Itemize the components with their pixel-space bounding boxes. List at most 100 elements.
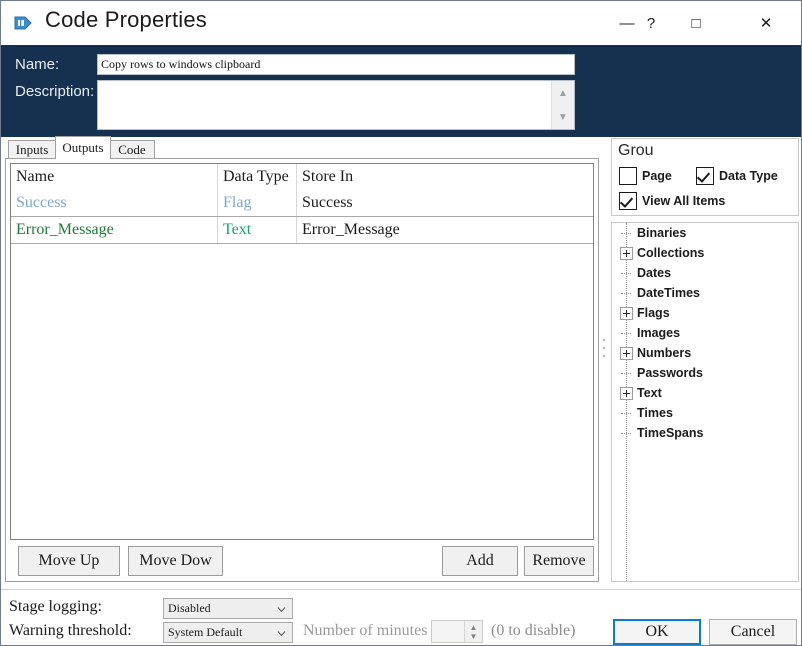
- tree-item-binaries[interactable]: Binaries: [612, 223, 798, 243]
- description-scroll-spinner[interactable]: ▲ ▼: [551, 81, 574, 129]
- tree-item-numbers[interactable]: Numbers: [612, 343, 798, 363]
- name-input[interactable]: [97, 54, 575, 75]
- tree-expand-icon[interactable]: [620, 387, 633, 400]
- window-title: Code Properties: [45, 7, 207, 33]
- panel-splitter[interactable]: [601, 158, 607, 582]
- stepper-down-icon[interactable]: ▼: [470, 632, 478, 641]
- chevron-down-icon: [277, 627, 286, 636]
- cancel-button[interactable]: Cancel: [709, 619, 797, 645]
- tree-expand-icon[interactable]: [620, 247, 633, 260]
- tab-inputs[interactable]: Inputs: [8, 140, 56, 159]
- grid-header-row: Name Data Type Store In: [11, 164, 593, 190]
- number-of-minutes-value[interactable]: [432, 621, 464, 642]
- description-input[interactable]: [98, 81, 551, 129]
- tree-item-images[interactable]: Images: [612, 323, 798, 343]
- tree-item-label: Text: [637, 386, 662, 400]
- cell-store-in[interactable]: Success: [297, 190, 593, 216]
- column-header-data-type[interactable]: Data Type: [218, 164, 297, 190]
- tree-item-dates[interactable]: Dates: [612, 263, 798, 283]
- data-type-tree[interactable]: Binaries Collections Dates DateTimes Fla…: [611, 222, 799, 582]
- checkbox-page[interactable]: Page: [619, 167, 672, 185]
- tree-leaf-icon: [620, 227, 633, 240]
- tree-item-label: Flags: [637, 306, 670, 320]
- tree-item-timespans[interactable]: TimeSpans: [612, 423, 798, 443]
- tree-item-label: DateTimes: [637, 286, 700, 300]
- table-row[interactable]: Error_Message Text Error_Message: [11, 217, 593, 244]
- move-up-button[interactable]: Move Up: [18, 546, 120, 576]
- tree-leaf-icon: [620, 367, 633, 380]
- outputs-panel: Name Data Type Store In Success Flag Suc…: [5, 158, 599, 582]
- stepper-up-icon[interactable]: ▲: [470, 623, 478, 632]
- checkbox-data-type[interactable]: Data Type: [696, 167, 778, 185]
- add-button[interactable]: Add: [442, 546, 518, 576]
- tree-item-label: Passwords: [637, 366, 703, 380]
- tree-leaf-icon: [620, 267, 633, 280]
- warning-threshold-value: System Default: [168, 625, 242, 640]
- checkbox-view-all-items-box[interactable]: [619, 192, 637, 210]
- chevron-down-icon: [277, 603, 286, 612]
- footer-bar: Stage logging: Warning threshold: Disabl…: [1, 589, 802, 646]
- tab-outputs[interactable]: Outputs: [55, 136, 111, 159]
- stage-code-icon: [13, 12, 35, 34]
- tree-item-flags[interactable]: Flags: [612, 303, 798, 323]
- close-button[interactable]: ✕: [743, 1, 789, 45]
- checkbox-page-box[interactable]: [619, 167, 637, 185]
- tree-item-passwords[interactable]: Passwords: [612, 363, 798, 383]
- tree-item-label: Dates: [637, 266, 671, 280]
- ok-button[interactable]: OK: [613, 619, 701, 645]
- outputs-grid[interactable]: Name Data Type Store In Success Flag Suc…: [10, 163, 594, 540]
- table-row[interactable]: Success Flag Success: [11, 190, 593, 217]
- maximize-button[interactable]: □: [673, 1, 719, 45]
- column-header-store-in[interactable]: Store In: [297, 164, 593, 190]
- tree-item-label: Numbers: [637, 346, 691, 360]
- remove-button[interactable]: Remove: [524, 546, 594, 576]
- code-properties-dialog: Code Properties — ? □ ✕ Name: Descriptio…: [0, 0, 802, 646]
- tree-item-label: Images: [637, 326, 680, 340]
- cell-store-in[interactable]: Error_Message: [297, 217, 593, 243]
- tree-item-label: Times: [637, 406, 673, 420]
- stage-logging-label: Stage logging:: [9, 598, 102, 616]
- cell-data-type[interactable]: Text: [218, 217, 297, 243]
- tree-item-label: Collections: [637, 246, 704, 260]
- checkbox-view-all-items[interactable]: View All Items: [619, 192, 725, 210]
- group-by-box: Grou Page Data Type View All Items: [611, 138, 799, 216]
- tree-expand-icon[interactable]: [620, 347, 633, 360]
- name-label: Name:: [15, 56, 59, 73]
- number-of-minutes-stepper[interactable]: ▲ ▼: [431, 620, 483, 643]
- tree-item-label: TimeSpans: [637, 426, 703, 440]
- tree-leaf-icon: [620, 407, 633, 420]
- move-down-button[interactable]: Move Dow: [128, 546, 223, 576]
- warning-threshold-select[interactable]: System Default: [163, 622, 293, 643]
- group-by-title: Grou: [618, 142, 678, 160]
- scroll-down-icon[interactable]: ▼: [552, 105, 574, 129]
- tree-leaf-icon: [620, 427, 633, 440]
- cell-name[interactable]: Error_Message: [11, 217, 218, 243]
- tab-code[interactable]: Code: [109, 140, 155, 159]
- checkbox-view-all-items-label: View All Items: [642, 194, 725, 208]
- warning-threshold-label: Warning threshold:: [9, 622, 132, 640]
- tab-strip: Inputs Outputs Code: [5, 137, 599, 159]
- disable-hint-label: (0 to disable): [491, 622, 575, 640]
- tree-item-text[interactable]: Text: [612, 383, 798, 403]
- tree-item-collections[interactable]: Collections: [612, 243, 798, 263]
- tree-item-datetimes[interactable]: DateTimes: [612, 283, 798, 303]
- tree-leaf-icon: [620, 327, 633, 340]
- checkbox-data-type-box[interactable]: [696, 167, 714, 185]
- scroll-up-icon[interactable]: ▲: [552, 81, 574, 105]
- description-box: ▲ ▼: [97, 80, 575, 130]
- tree-item-label: Binaries: [637, 226, 686, 240]
- stepper-arrows[interactable]: ▲ ▼: [464, 621, 482, 642]
- stage-logging-select[interactable]: Disabled: [163, 598, 293, 619]
- description-label: Description:: [15, 83, 94, 100]
- help-button[interactable]: ?: [639, 1, 663, 45]
- tree-expand-icon[interactable]: [620, 307, 633, 320]
- stage-logging-value: Disabled: [168, 601, 211, 616]
- number-of-minutes-label: Number of minutes: [303, 622, 427, 640]
- checkbox-page-label: Page: [642, 169, 672, 183]
- cell-data-type[interactable]: Flag: [218, 190, 297, 216]
- minimize-button[interactable]: —: [613, 1, 641, 45]
- tree-leaf-icon: [620, 287, 633, 300]
- tree-item-times[interactable]: Times: [612, 403, 798, 423]
- cell-name[interactable]: Success: [11, 190, 218, 216]
- column-header-name[interactable]: Name: [11, 164, 218, 190]
